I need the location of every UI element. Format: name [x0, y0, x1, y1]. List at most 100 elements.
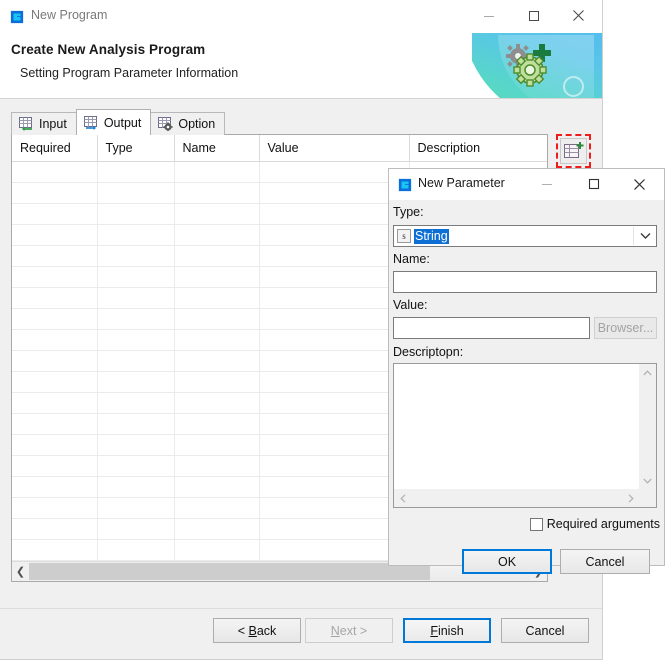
table-cell[interactable]: [97, 329, 175, 351]
table-cell[interactable]: [97, 182, 175, 204]
maximize-icon[interactable]: [571, 169, 616, 199]
table-cell[interactable]: [97, 350, 175, 372]
table-cell[interactable]: [12, 518, 98, 540]
description-horizontal-scrollbar[interactable]: [394, 490, 639, 507]
table-cell[interactable]: [97, 518, 175, 540]
table-cell[interactable]: [259, 392, 410, 414]
table-cell[interactable]: [174, 266, 260, 288]
table-cell[interactable]: [259, 224, 410, 246]
cancel-button[interactable]: Cancel: [501, 618, 589, 643]
description-textarea[interactable]: [394, 364, 639, 489]
table-cell[interactable]: [174, 476, 260, 498]
table-cell[interactable]: [174, 539, 260, 561]
table-cell[interactable]: [259, 182, 410, 204]
table-cell[interactable]: [12, 308, 98, 330]
table-cell[interactable]: [12, 203, 98, 225]
chevron-down-icon[interactable]: [639, 472, 656, 489]
table-cell[interactable]: [12, 539, 98, 561]
table-cell[interactable]: [12, 497, 98, 519]
column-header-required[interactable]: Required: [12, 135, 98, 162]
table-cell[interactable]: [97, 392, 175, 414]
chevron-left-icon[interactable]: ❮: [12, 563, 29, 580]
browser-button[interactable]: Browser...: [594, 317, 657, 339]
table-cell[interactable]: [12, 224, 98, 246]
table-cell[interactable]: [259, 539, 410, 561]
table-cell[interactable]: [174, 329, 260, 351]
table-cell[interactable]: [12, 266, 98, 288]
table-cell[interactable]: [259, 287, 410, 309]
required-arguments-row[interactable]: Required arguments: [529, 517, 660, 531]
ok-button[interactable]: OK: [462, 549, 552, 574]
table-cell[interactable]: [259, 371, 410, 393]
table-cell[interactable]: [12, 476, 98, 498]
next-button[interactable]: Next >: [305, 618, 393, 643]
chevron-right-icon[interactable]: [622, 490, 639, 507]
table-cell[interactable]: [174, 413, 260, 435]
table-cell[interactable]: [259, 413, 410, 435]
table-cell[interactable]: [259, 266, 410, 288]
table-cell[interactable]: [174, 224, 260, 246]
tab-input[interactable]: Input: [11, 112, 77, 135]
tab-option[interactable]: Option: [150, 112, 226, 135]
table-cell[interactable]: [12, 434, 98, 456]
table-cell[interactable]: [12, 182, 98, 204]
finish-button[interactable]: Finish: [403, 618, 491, 643]
table-cell[interactable]: [97, 413, 175, 435]
maximize-icon[interactable]: [511, 0, 556, 31]
table-cell[interactable]: [259, 245, 410, 267]
table-cell[interactable]: [97, 266, 175, 288]
table-cell[interactable]: [97, 203, 175, 225]
column-header-description[interactable]: Description: [409, 135, 547, 162]
name-input[interactable]: [393, 271, 657, 293]
table-cell[interactable]: [174, 308, 260, 330]
table-cell[interactable]: [97, 497, 175, 519]
table-cell[interactable]: [259, 350, 410, 372]
table-cell[interactable]: [174, 497, 260, 519]
table-cell[interactable]: [12, 245, 98, 267]
table-cell[interactable]: [12, 350, 98, 372]
table-cell[interactable]: [12, 455, 98, 477]
chevron-up-icon[interactable]: [639, 364, 656, 381]
table-cell[interactable]: [12, 329, 98, 351]
table-cell[interactable]: [259, 476, 410, 498]
column-header-type[interactable]: Type: [97, 135, 175, 162]
table-cell[interactable]: [259, 518, 410, 540]
table-cell[interactable]: [12, 287, 98, 309]
table-cell[interactable]: [174, 434, 260, 456]
table-cell[interactable]: [97, 476, 175, 498]
table-cell[interactable]: [174, 392, 260, 414]
table-cell[interactable]: [97, 308, 175, 330]
table-cell[interactable]: [174, 287, 260, 309]
table-cell[interactable]: [259, 308, 410, 330]
close-icon[interactable]: [617, 169, 662, 199]
table-cell[interactable]: [174, 182, 260, 204]
table-cell[interactable]: [12, 392, 98, 414]
add-row-button[interactable]: [560, 138, 587, 164]
chevron-left-icon[interactable]: [394, 490, 411, 507]
table-cell[interactable]: [259, 161, 410, 183]
table-cell[interactable]: [97, 455, 175, 477]
back-button[interactable]: < Back: [213, 618, 301, 643]
column-header-value[interactable]: Value: [259, 135, 410, 162]
table-cell[interactable]: [174, 245, 260, 267]
table-cell[interactable]: [97, 539, 175, 561]
minimize-icon[interactable]: [524, 169, 569, 199]
table-cell[interactable]: [174, 161, 260, 183]
table-cell[interactable]: [12, 413, 98, 435]
scrollbar-thumb[interactable]: [29, 563, 430, 580]
table-cell[interactable]: [174, 350, 260, 372]
chevron-down-icon[interactable]: [634, 226, 656, 246]
table-cell[interactable]: [97, 245, 175, 267]
table-cell[interactable]: [174, 203, 260, 225]
table-cell[interactable]: [174, 371, 260, 393]
table-cell[interactable]: [174, 518, 260, 540]
table-cell[interactable]: [259, 434, 410, 456]
close-icon[interactable]: [556, 0, 601, 31]
type-select[interactable]: s String: [393, 225, 657, 247]
minimize-icon[interactable]: [466, 0, 511, 31]
table-cell[interactable]: [97, 161, 175, 183]
tab-output[interactable]: Output: [75, 109, 152, 135]
table-cell[interactable]: [174, 455, 260, 477]
table-cell[interactable]: [259, 497, 410, 519]
table-cell[interactable]: [259, 203, 410, 225]
